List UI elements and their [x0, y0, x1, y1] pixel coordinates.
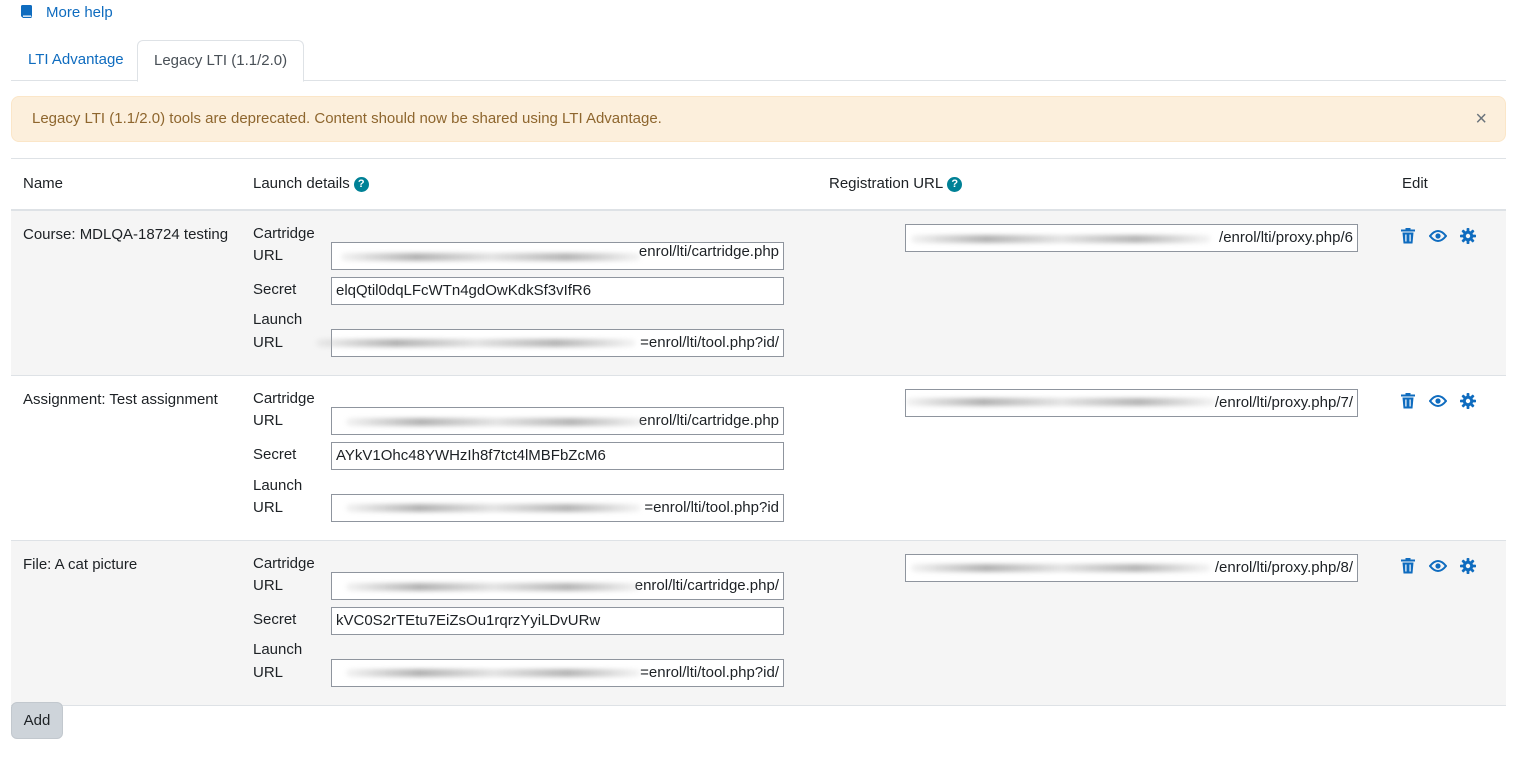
header-registration-url: Registration URL ?: [829, 159, 963, 209]
secret-label: Secret: [253, 281, 297, 298]
secret-label: Secret: [253, 446, 297, 463]
tool-name: Course: MDLQA-18724 testing: [23, 226, 229, 243]
header-name: Name: [23, 159, 63, 209]
table-row: Course: MDLQA-18724 testing Cartridge UR…: [11, 211, 1506, 376]
redacted-blur: [346, 669, 641, 677]
launch-label: Launch: [253, 641, 303, 658]
cartridge-url-label: URL: [253, 247, 284, 264]
eye-icon[interactable]: [1429, 227, 1447, 245]
tools-table: Name Launch details ? Registration URL ?…: [11, 158, 1506, 706]
more-help-label[interactable]: More help: [46, 4, 113, 21]
gear-icon[interactable]: [1459, 227, 1477, 245]
eye-icon[interactable]: [1429, 557, 1447, 575]
table-header: Name Launch details ? Registration URL ?…: [11, 159, 1506, 211]
secret-field[interactable]: elqQtil0dqLFcWTn4gdOwKdkSf3vIfR6: [331, 277, 784, 305]
eye-icon[interactable]: [1429, 392, 1447, 410]
launch-url-label: URL: [253, 334, 284, 351]
cartridge-url-label: URL: [253, 577, 284, 594]
launch-label: Launch: [253, 311, 303, 328]
trash-icon[interactable]: [1399, 557, 1417, 575]
trash-icon[interactable]: [1399, 227, 1417, 245]
launch-url-label: URL: [253, 499, 284, 516]
row-actions: [1399, 557, 1477, 575]
tab-bar: LTI Advantage Legacy LTI (1.1/2.0): [11, 40, 1506, 82]
redacted-blur: [911, 235, 1211, 243]
header-registration-label: Registration URL: [829, 175, 944, 192]
question-circle-icon[interactable]: ?: [947, 176, 963, 192]
add-button[interactable]: Add: [11, 702, 63, 739]
header-edit: Edit: [1402, 159, 1428, 209]
question-circle-icon[interactable]: ?: [353, 176, 369, 192]
cartridge-label: Cartridge: [253, 555, 315, 572]
redacted-blur: [346, 418, 646, 426]
close-icon[interactable]: ×: [1475, 97, 1487, 141]
secret-field[interactable]: kVC0S2rTEtu7EiZsOu1rqrzYyiLDvURw: [331, 607, 784, 635]
tool-name: File: A cat picture: [23, 556, 138, 573]
table-row: Assignment: Test assignment Cartridge UR…: [11, 376, 1506, 541]
redacted-blur: [346, 583, 641, 591]
alert-message: Legacy LTI (1.1/2.0) tools are deprecate…: [32, 110, 662, 127]
gear-icon[interactable]: [1459, 392, 1477, 410]
redacted-blur: [341, 253, 641, 261]
cartridge-label: Cartridge: [253, 390, 315, 407]
header-launch-details: Launch details ?: [253, 159, 369, 209]
header-launch-label: Launch details: [253, 175, 350, 192]
gear-icon[interactable]: [1459, 557, 1477, 575]
more-help-link[interactable]: More help: [21, 3, 113, 21]
deprecation-alert: Legacy LTI (1.1/2.0) tools are deprecate…: [11, 96, 1506, 142]
trash-icon[interactable]: [1399, 392, 1417, 410]
book-icon: [21, 5, 32, 19]
launch-url-label: URL: [253, 664, 284, 681]
tool-name: Assignment: Test assignment: [23, 391, 218, 408]
redacted-blur: [911, 564, 1211, 572]
header-name-label: Name: [23, 175, 64, 192]
redacted-blur: [346, 504, 641, 512]
redacted-blur: [906, 398, 1216, 406]
row-actions: [1399, 227, 1477, 245]
tab-legacy-lti[interactable]: Legacy LTI (1.1/2.0): [137, 40, 305, 82]
cartridge-label: Cartridge: [253, 225, 315, 242]
cartridge-url-label: URL: [253, 412, 284, 429]
tab-lti-advantage[interactable]: LTI Advantage: [12, 40, 140, 79]
table-row: File: A cat picture Cartridge URL /enrol…: [11, 541, 1506, 706]
header-edit-label: Edit: [1402, 175, 1428, 192]
secret-field[interactable]: AYkV1Ohc48YWHzIh8f7tct4lMBFbZcM6: [331, 442, 784, 470]
secret-label: Secret: [253, 611, 297, 628]
row-actions: [1399, 392, 1477, 410]
launch-label: Launch: [253, 477, 303, 494]
redacted-blur: [316, 339, 636, 347]
